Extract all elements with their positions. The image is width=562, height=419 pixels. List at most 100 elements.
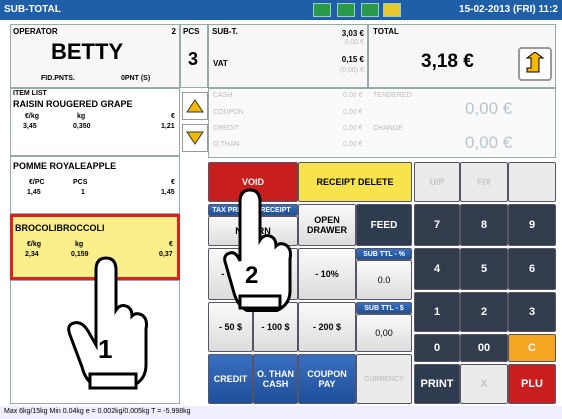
receipt-delete-button[interactable]: RECEIPT DELETE — [298, 162, 412, 202]
quantity: 1 — [81, 189, 85, 196]
callout-step-2: 2 — [245, 262, 259, 289]
key-4[interactable]: 4 — [414, 248, 460, 290]
quantity: 0,350 — [73, 123, 91, 130]
coupon-label: COUPON — [213, 109, 244, 116]
change-value: 0,00 € — [465, 133, 513, 152]
subtotal-amt-label: SUB TTL - $ — [356, 302, 412, 314]
total-value: 3,18 € — [421, 51, 474, 72]
coupon-pay-button[interactable]: COUPON PAY — [298, 354, 356, 404]
tap-hand-icon — [223, 188, 292, 312]
arrow-up-icon — [186, 99, 204, 113]
key-6[interactable]: 6 — [508, 248, 556, 290]
total-label: TOTAL — [373, 27, 399, 36]
item-pomme[interactable]: POMME ROYALEAPPLE €/PC PCS € 1,45 1 1,45 — [10, 156, 180, 214]
pcs-label: PCS — [183, 27, 200, 36]
network-icon — [383, 3, 401, 17]
status-icon — [361, 3, 379, 17]
plu-button[interactable]: PLU — [508, 364, 556, 404]
fix-button[interactable]: FIX — [460, 162, 508, 202]
points-value: 0PNT (S) — [121, 75, 151, 82]
feed-button[interactable]: FEED — [356, 204, 412, 246]
line-price: 0,37 — [159, 251, 173, 258]
item-name: POMME ROYALEAPPLE — [13, 161, 117, 171]
item-list-header: ITEM LIST — [13, 90, 47, 97]
qty-label: kg — [75, 241, 84, 248]
operator-panel: OPERATOR 2 BETTY FID.PNTS. 0PNT (S) — [10, 24, 180, 88]
cash-amount: 0,00 € — [343, 92, 363, 99]
title-bar: SUB-TOTAL 15-02-2013 (FRI) 11:2 — [0, 0, 562, 20]
price-label: € — [169, 241, 173, 248]
key-7[interactable]: 7 — [414, 204, 460, 246]
subtotal-value: 3,03 € — [341, 29, 364, 38]
unit-label: €/kg — [27, 241, 42, 248]
discount-200-button[interactable]: - 200 $ — [298, 302, 356, 352]
subtotal-amt-input[interactable]: 0,00 — [356, 314, 412, 352]
key-1[interactable]: 1 — [414, 292, 460, 332]
currency-button[interactable]: CURRENCY — [356, 354, 412, 404]
date-time: 15-02-2013 (FRI) 11:2 — [459, 4, 558, 15]
blank-button[interactable] — [508, 162, 556, 202]
open-drawer-button[interactable]: OPEN DRAWER — [298, 204, 356, 246]
subtotal-pct-label: SUB TTL - % — [356, 248, 412, 260]
callout-step-1: 1 — [98, 334, 113, 364]
unit-price: 2,34 — [25, 251, 39, 258]
key-3[interactable]: 3 — [508, 292, 556, 332]
vat-value: 0,15 € — [341, 55, 364, 64]
key-8[interactable]: 8 — [460, 204, 508, 246]
up-button[interactable]: U/P — [414, 162, 460, 202]
item-name: RAISIN ROUGERED GRAPE — [13, 99, 133, 109]
othan-cash-button[interactable]: O. THAN CASH — [253, 354, 298, 404]
tendered-value: 0,00 € — [465, 99, 513, 118]
operator-name: BETTY — [51, 39, 124, 64]
qty-label: kg — [77, 113, 86, 120]
arrow-down-icon — [186, 131, 204, 145]
credit-label: CREDIT — [213, 125, 240, 132]
operator-label: OPERATOR — [13, 27, 58, 36]
cash-label: CASH — [213, 92, 233, 99]
status-icon — [313, 3, 331, 17]
payment-summary: CASH COUPON CREDIT O.THAN 0,00 € 0,00 € … — [208, 88, 556, 158]
qty-label: PCS — [73, 179, 88, 186]
total-panel: TOTAL 3,18 € — [368, 24, 556, 88]
operator-number: 2 — [171, 27, 176, 36]
screen-title: SUB-TOTAL — [4, 4, 61, 15]
unit-price: 1,45 — [27, 189, 41, 196]
pcs-panel: PCS 3 — [180, 24, 208, 88]
unit-price: 3,45 — [23, 123, 37, 130]
credit-button[interactable]: CREDIT — [208, 354, 253, 404]
vat-label: VAT — [213, 59, 228, 68]
vat-extra: (0,00) € — [339, 67, 364, 74]
discount-10pct-button[interactable]: - 10% — [298, 248, 356, 300]
status-icon — [337, 3, 355, 17]
item-raisin[interactable]: ITEM LIST RAISIN ROUGERED GRAPE €/kg kg … — [10, 88, 180, 156]
item-name: BROCOLIBROCCOLI — [15, 223, 105, 233]
line-price: 1,21 — [161, 123, 175, 130]
key-5[interactable]: 5 — [460, 248, 508, 290]
scroll-down-button[interactable] — [182, 124, 208, 152]
return-arrow-icon — [525, 52, 545, 73]
fid-points-label: FID.PNTS. — [41, 75, 75, 82]
print-button[interactable]: PRINT — [414, 364, 460, 404]
unit-label: €/PC — [29, 179, 45, 186]
key-0[interactable]: 0 — [414, 334, 460, 362]
scroll-up-button[interactable] — [182, 92, 208, 120]
subtotal-label: SUB-T. — [212, 27, 238, 36]
unit-label: €/kg — [25, 113, 40, 120]
clear-button[interactable]: C — [508, 334, 556, 362]
subtotal-panel: SUB-T. 3,03 € - 0,00 € VAT 0,15 € (0,00)… — [208, 24, 368, 88]
key-2[interactable]: 2 — [460, 292, 508, 332]
key-00[interactable]: 00 — [460, 334, 508, 362]
othan-label: O.THAN — [213, 141, 240, 148]
discount-value: - 0,00 € — [340, 39, 364, 46]
back-button[interactable] — [518, 47, 552, 81]
price-label: € — [171, 113, 175, 120]
subtotal-pct-input[interactable]: 0.0 — [356, 260, 412, 300]
coupon-amount: 0,00 € — [343, 109, 363, 116]
tap-hand-icon — [67, 256, 148, 390]
line-price: 1,45 — [161, 189, 175, 196]
key-9[interactable]: 9 — [508, 204, 556, 246]
credit-amount: 0,00 € — [343, 125, 363, 132]
scale-status-bar: Max 6kg/15kg Min 0.04kg e = 0.002kg/0.00… — [0, 406, 562, 419]
multiply-button[interactable]: X — [460, 364, 508, 404]
pcs-value: 3 — [188, 49, 199, 69]
